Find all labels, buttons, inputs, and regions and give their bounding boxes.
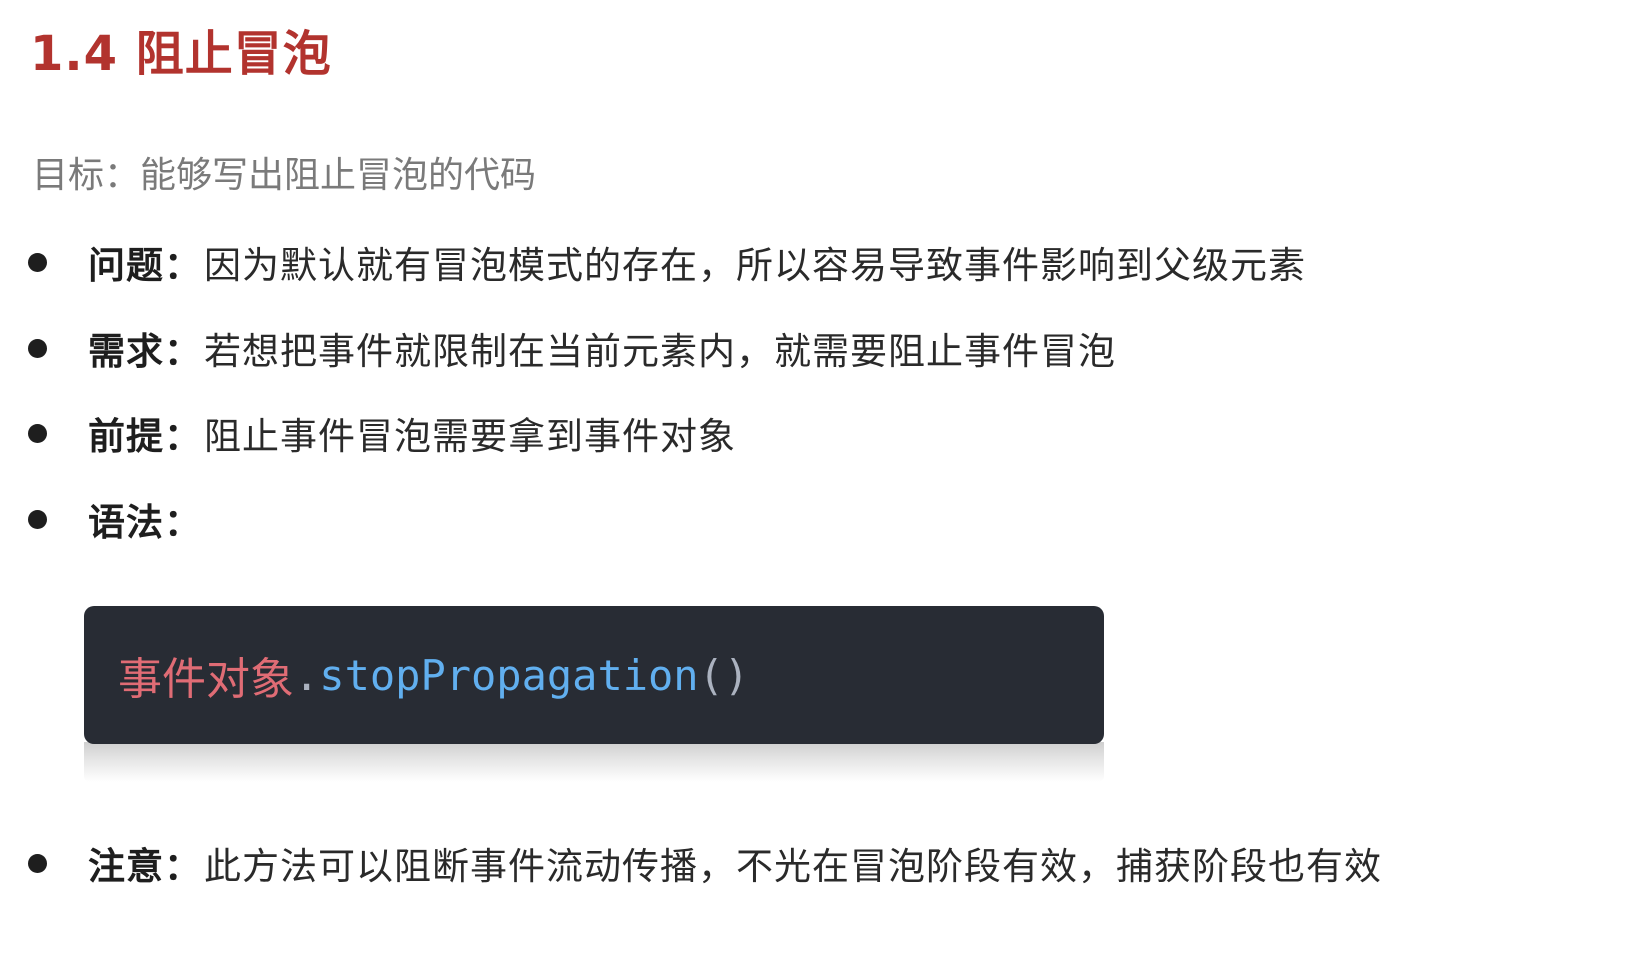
list-item-requirement: 需求： 若想把事件就限制在当前元素内，就需要阻止事件冒泡 [28,320,1116,376]
list-item-problem: 问题： 因为默认就有冒泡模式的存在，所以容易导致事件影响到父级元素 [28,234,1306,290]
bullet-label: 语法： [88,501,202,544]
bullet-label: 问题： [88,244,202,287]
bullet-dot-icon [28,338,47,358]
bullet-text: 此方法可以阻断事件流动传播，不光在冒泡阶段有效，捕获阶段也有效 [204,845,1382,888]
code-method-token: stopPropagation [319,650,699,700]
list-item-syntax: 语法： [28,491,204,547]
bullet-label: 前提： [88,415,202,458]
bullet-text: 因为默认就有冒泡模式的存在，所以容易导致事件影响到父级元素 [204,244,1306,287]
code-object-token: 事件对象 [118,654,294,705]
code-block[interactable]: 事件对象. stopPropagation() [84,606,1104,744]
code-parens-token: () [698,650,750,700]
bullet-label: 需求： [88,330,202,373]
code-block-shadow [84,742,1104,782]
section-title: 1.4 阻止冒泡 [30,26,332,82]
code-dot-token: . [294,650,320,700]
goal-text: 目标：能够写出阻止冒泡的代码 [32,155,537,196]
bullet-dot-icon [28,853,47,873]
bullet-dot-icon [28,252,47,272]
bullet-text: 若想把事件就限制在当前元素内，就需要阻止事件冒泡 [204,330,1116,373]
slide-page: 1.4 阻止冒泡 目标：能够写出阻止冒泡的代码 问题： 因为默认就有冒泡模式的存… [0,0,1636,958]
bullet-dot-icon [28,509,47,529]
list-item-note: 注意： 此方法可以阻断事件流动传播，不光在冒泡阶段有效，捕获阶段也有效 [28,835,1382,891]
bullet-text: 阻止事件冒泡需要拿到事件对象 [204,415,736,458]
bullet-label: 注意： [88,845,202,888]
list-item-prerequisite: 前提： 阻止事件冒泡需要拿到事件对象 [28,405,736,461]
bullet-dot-icon [28,423,47,443]
